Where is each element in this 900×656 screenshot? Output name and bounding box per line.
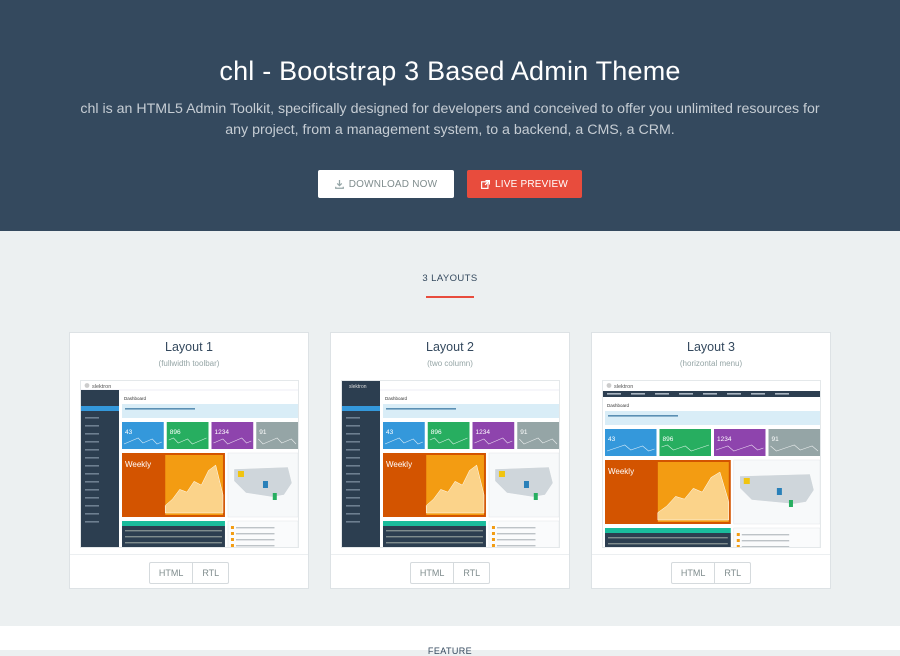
- layout-card-footer: HTML RTL: [331, 554, 569, 590]
- svg-text:43: 43: [386, 429, 394, 436]
- layout-card-footer: HTML RTL: [70, 554, 308, 590]
- feature-section: FEATURE: [0, 626, 900, 656]
- svg-text:slektron: slektron: [349, 384, 367, 390]
- svg-text:43: 43: [125, 429, 133, 436]
- rtl-button[interactable]: RTL: [453, 562, 489, 583]
- download-now-button[interactable]: DOWNLOAD NOW: [318, 170, 454, 198]
- download-now-label: DOWNLOAD NOW: [348, 178, 438, 190]
- html-button[interactable]: HTML: [411, 563, 454, 583]
- layout-title: Layout 2: [426, 340, 474, 354]
- live-preview-label: LIVE PREVIEW: [495, 178, 568, 190]
- svg-text:Dashboard: Dashboard: [385, 396, 408, 401]
- svg-text:1234: 1234: [476, 429, 491, 436]
- svg-text:Weekly: Weekly: [608, 467, 634, 476]
- layout-card-2: Layout 2 (two column) slektron Dashboard 4…: [330, 332, 570, 589]
- svg-text:896: 896: [663, 436, 674, 443]
- layout-subtitle: (fullwidth toolbar): [158, 359, 220, 368]
- live-preview-button[interactable]: LIVE PREVIEW: [467, 170, 582, 198]
- layouts-section-title: 3 LAYOUTS: [422, 273, 478, 284]
- svg-text:Weekly: Weekly: [125, 460, 151, 469]
- layout-title: Layout 1: [165, 340, 213, 354]
- svg-text:1234: 1234: [717, 436, 732, 443]
- dashboard-thumbnail: slektron Dashboard 43 896 1234 91 Weekly: [342, 381, 559, 547]
- dashboard-thumbnail: slektron Dashboard 43 896 1234 91 Weekly: [81, 381, 298, 547]
- html-button[interactable]: HTML: [150, 563, 193, 583]
- layout-card-3: Layout 3 (horizontal menu) slektron Dashb…: [591, 332, 831, 589]
- dashboard-thumbnail: slektron Dashboard 43 896 1234 91 Weekly: [603, 381, 820, 547]
- download-icon: [334, 179, 344, 189]
- external-link-icon: [481, 179, 490, 189]
- layouts-section: 3 LAYOUTS Layout 1 (fullwidth toolbar) s…: [0, 231, 900, 626]
- layout-card-1: Layout 1 (fullwidth toolbar) slektron Das…: [69, 332, 309, 589]
- svg-text:Dashboard: Dashboard: [124, 396, 147, 401]
- hero-actions: DOWNLOAD NOW LIVE PREVIEW: [0, 170, 900, 198]
- svg-text:896: 896: [170, 429, 181, 436]
- rtl-button[interactable]: RTL: [192, 562, 228, 583]
- layout-subtitle: (two column): [427, 359, 473, 368]
- svg-text:896: 896: [431, 429, 442, 436]
- svg-text:slektron: slektron: [92, 384, 111, 390]
- layout-2-preview-image[interactable]: slektron Dashboard 43 896 1234 91 Weekly: [341, 380, 560, 548]
- layout-1-preview-image[interactable]: slektron Dashboard 43 896 1234 91 Weekly: [80, 380, 299, 548]
- layout-subtitle: (horizontal menu): [679, 359, 743, 368]
- feature-section-title: FEATURE: [427, 646, 473, 656]
- rtl-button[interactable]: RTL: [714, 562, 750, 583]
- section-underline: [426, 296, 474, 298]
- svg-text:Dashboard: Dashboard: [607, 403, 630, 408]
- layout-link-group: HTML RTL: [670, 561, 752, 584]
- svg-text:91: 91: [259, 429, 267, 436]
- layout-link-group: HTML RTL: [409, 561, 491, 584]
- hero-title: chl - Bootstrap 3 Based Admin Theme: [219, 56, 681, 86]
- layout-3-preview-image[interactable]: slektron Dashboard 43 896 1234 91 Weekly: [602, 380, 821, 548]
- svg-text:91: 91: [520, 429, 528, 436]
- svg-text:91: 91: [772, 436, 780, 443]
- layout-title: Layout 3: [687, 340, 735, 354]
- svg-text:slektron: slektron: [614, 384, 633, 390]
- hero-banner: chl - Bootstrap 3 Based Admin Theme chl …: [0, 0, 900, 231]
- layout-link-group: HTML RTL: [148, 561, 230, 584]
- svg-text:1234: 1234: [215, 429, 230, 436]
- svg-text:43: 43: [608, 436, 616, 443]
- layout-card-footer: HTML RTL: [592, 554, 830, 590]
- html-button[interactable]: HTML: [672, 563, 715, 583]
- svg-text:Weekly: Weekly: [386, 460, 412, 469]
- hero-description: chl is an HTML5 Admin Toolkit, specifica…: [80, 101, 820, 138]
